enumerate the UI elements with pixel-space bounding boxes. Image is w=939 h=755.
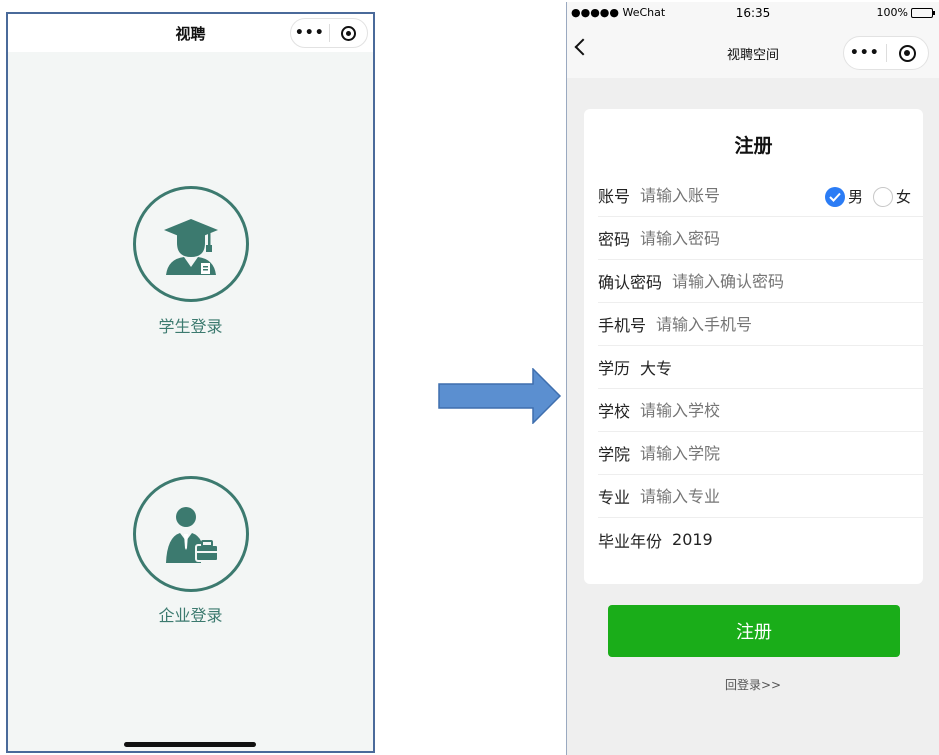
college-row: 学院 [598,432,923,475]
login-choice-screen: 视聘 ••• 学生登录 企业登录 [6,12,375,753]
more-icon[interactable]: ••• [291,25,329,41]
home-indicator [124,742,256,747]
female-radio[interactable] [872,186,893,207]
nav-bar: 视聘空间 ••• [567,24,939,78]
company-login-button[interactable] [133,476,249,592]
graduate-icon [164,219,218,275]
student-login-label[interactable]: 学生登录 [8,313,373,337]
battery-icon [911,7,935,18]
register-button[interactable]: 注册 [608,605,900,657]
major-input[interactable] [640,486,923,506]
register-form: 注册 账号 男 女 密码 确认密码 手机号 学历 [584,109,923,584]
close-target-icon[interactable] [329,25,367,41]
education-picker[interactable]: 大专 [640,355,672,379]
college-input[interactable] [640,443,923,463]
battery-status: 100% [876,6,935,19]
register-screen: ●●●●● WeChat 16:35 100% 视聘空间 ••• 注册 账号 请… [566,2,939,755]
school-row: 学校 [598,389,923,432]
form-title: 注册 [734,135,773,157]
major-label: 专业 [598,488,631,507]
male-label: 男 [847,188,863,206]
account-row: 账号 男 女 [598,174,923,217]
confirm-password-input[interactable] [672,271,923,291]
password-label: 密码 [598,230,631,249]
miniprogram-capsule: ••• [843,36,929,70]
major-row: 专业 [598,475,923,518]
college-label: 学院 [598,445,631,464]
school-label: 学校 [598,402,631,421]
phone-row: 手机号 [598,303,923,346]
businessman-icon [166,507,219,563]
confirm-password-row: 确认密码 [598,260,923,303]
company-login-label[interactable]: 企业登录 [8,602,373,626]
phone-input[interactable] [656,314,923,334]
status-bar: ●●●●● WeChat 16:35 100% [567,2,939,24]
student-login-button[interactable] [133,186,249,302]
nav-bar: 视聘 ••• [8,14,373,52]
close-target-icon[interactable] [886,44,928,62]
phone-label: 手机号 [598,316,647,335]
check-icon [829,192,841,202]
back-to-login-link[interactable]: 回登录>> [567,676,939,693]
password-input[interactable] [640,228,923,248]
account-label: 账号 [598,187,631,206]
more-icon[interactable]: ••• [844,45,886,61]
education-row[interactable]: 学历 大专 [598,346,923,389]
school-input[interactable] [640,400,923,420]
male-radio[interactable] [824,186,845,207]
gender-selector: 男 女 [824,186,911,207]
grad-year-picker[interactable]: 2019 [672,530,713,549]
education-label: 学历 [598,359,631,378]
grad-year-row[interactable]: 毕业年份 2019 [598,518,923,561]
battery-percent: 100% [876,6,908,19]
miniprogram-capsule: ••• [290,18,368,48]
password-row: 密码 [598,217,923,260]
arrow-right-icon [438,368,562,424]
female-label: 女 [895,188,911,206]
confirm-password-label: 确认密码 [598,273,663,292]
grad-year-label: 毕业年份 [598,531,663,551]
